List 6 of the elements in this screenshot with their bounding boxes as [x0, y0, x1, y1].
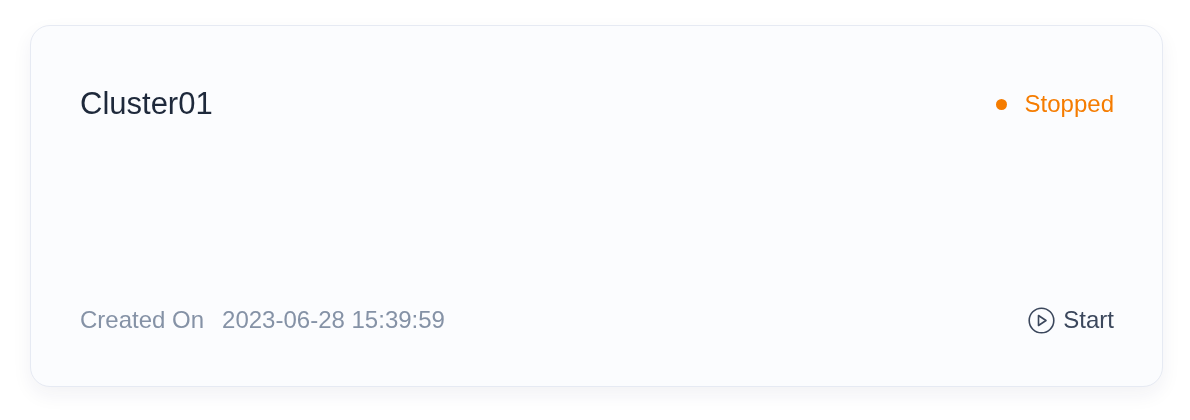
created-label: Created On: [80, 305, 205, 335]
play-icon: [1028, 306, 1056, 334]
created-date: 2023-06-28 15:39:59: [222, 305, 445, 335]
status-label: Stopped: [1024, 89, 1114, 119]
cluster-name: Cluster01: [80, 85, 213, 123]
start-button[interactable]: Start: [1028, 304, 1114, 336]
